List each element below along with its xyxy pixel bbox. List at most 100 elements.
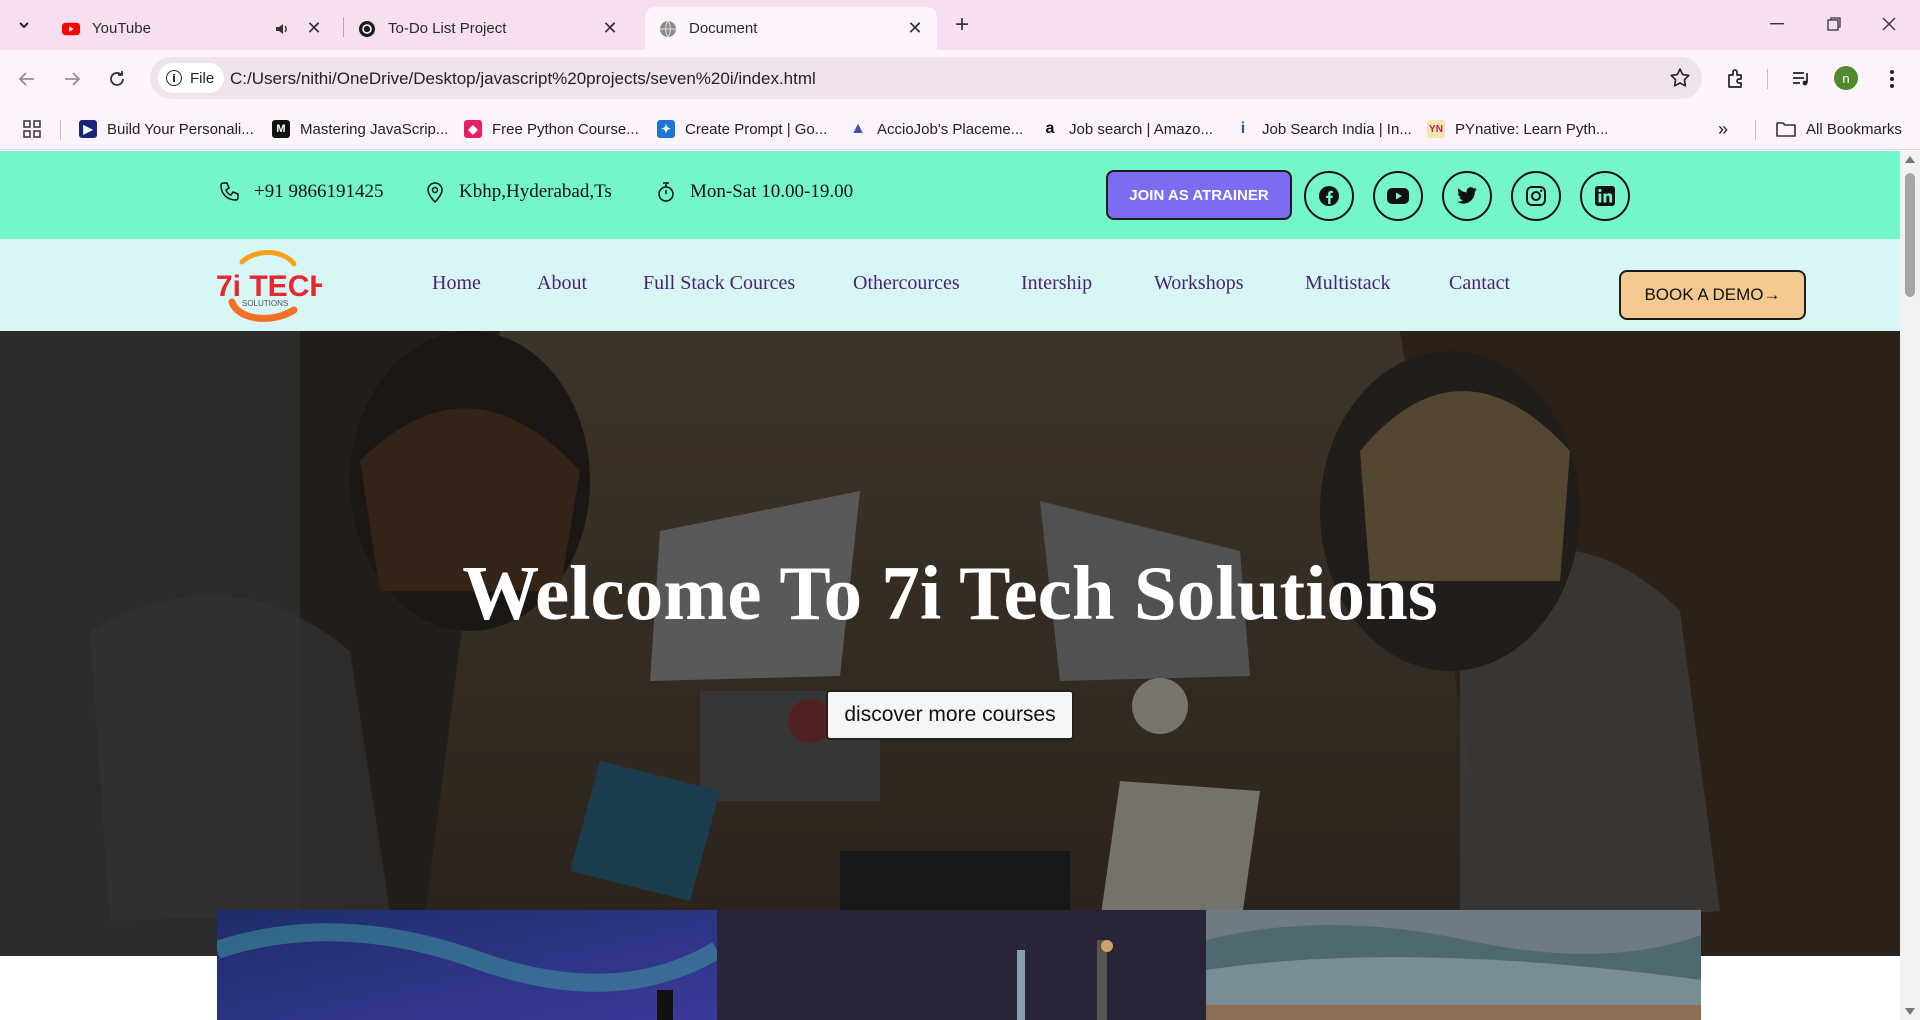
tab-title: To-Do List Project <box>388 20 507 37</box>
contact-topbar: +91 9866191425 Kbhp,Hyderabad,Ts Mon-Sat… <box>0 151 1900 239</box>
globe-favicon-icon <box>659 20 677 38</box>
puzzle-icon: ✦ <box>657 120 675 138</box>
page-viewport: +91 9866191425 Kbhp,Hyderabad,Ts Mon-Sat… <box>0 151 1900 1020</box>
close-tab-icon[interactable]: ✕ <box>304 18 324 39</box>
bookmark-label: Job search | Amazo... <box>1069 120 1213 138</box>
bookmark-divider <box>1755 120 1756 140</box>
new-tab-button[interactable]: + <box>948 11 976 39</box>
company-logo[interactable]: 7i TECH SOLUTIONS <box>212 244 331 326</box>
youtube-favicon-icon <box>62 20 80 38</box>
cube-icon: ◆ <box>464 120 482 138</box>
phone-number: +91 9866191425 <box>254 181 384 202</box>
all-bookmarks-label: All Bookmarks <box>1806 120 1902 138</box>
main-navbar: 7i TECH SOLUTIONS Home About Full Stack … <box>0 239 1900 331</box>
reload-icon[interactable] <box>101 63 133 95</box>
close-tab-icon[interactable]: ✕ <box>600 18 620 39</box>
bookmark-label: Create Prompt | Go... <box>685 120 828 138</box>
gallery-image <box>1206 910 1701 1020</box>
bookmark-label: Job Search India | In... <box>1262 120 1412 138</box>
bookmark-item[interactable]: ◆ Free Python Course... <box>464 108 639 150</box>
nav-full-stack-courses[interactable]: Full Stack Cources <box>643 272 795 295</box>
discover-courses-button[interactable]: discover more courses <box>826 690 1074 740</box>
media-control-icon[interactable] <box>1787 65 1815 93</box>
back-icon[interactable] <box>11 63 43 95</box>
hours-info: Mon-Sat 10.00-19.00 <box>656 181 853 203</box>
join-as-trainer-button[interactable]: JOIN AS ATRAINER <box>1106 170 1292 220</box>
logo-subtext: SOLUTIONS <box>242 299 288 308</box>
bookmark-label: Mastering JavaScrip... <box>300 120 449 138</box>
page-scrollbar[interactable] <box>1900 151 1920 1020</box>
profile-avatar[interactable]: n <box>1834 66 1858 90</box>
gallery-image <box>217 910 717 1020</box>
location-info: Kbhp,Hyderabad,Ts <box>425 181 612 203</box>
site-info-label: File <box>190 69 215 87</box>
nav-home[interactable]: Home <box>432 272 481 295</box>
bookmark-label: AccioJob's Placeme... <box>877 120 1024 138</box>
bookmark-label: Build Your Personali... <box>107 120 254 138</box>
tab-document[interactable]: Document ✕ <box>645 7 937 50</box>
tab-title: YouTube <box>92 20 151 37</box>
bookmark-item[interactable]: a Job search | Amazo... <box>1041 108 1213 150</box>
phone-info: +91 9866191425 <box>218 181 383 203</box>
restore-icon[interactable] <box>1811 8 1857 40</box>
scroll-down-icon[interactable] <box>1905 1008 1915 1015</box>
facebook-icon[interactable] <box>1304 171 1354 221</box>
nav-other-courses[interactable]: Othercources <box>853 272 960 295</box>
toolbar-divider <box>1767 69 1768 89</box>
hours-text: Mon-Sat 10.00-19.00 <box>690 181 854 202</box>
hero-title: Welcome To 7i Tech Solutions <box>462 550 1438 636</box>
medium-icon: M <box>272 120 290 138</box>
all-bookmarks[interactable]: All Bookmarks <box>1776 108 1902 150</box>
apps-grid-icon[interactable] <box>22 108 42 150</box>
nav-workshops[interactable]: Workshops <box>1154 272 1244 295</box>
bookmark-item[interactable]: i Job Search India | In... <box>1234 108 1412 150</box>
phone-icon <box>220 182 239 201</box>
tab-title: Document <box>689 20 758 37</box>
instagram-icon[interactable] <box>1511 171 1561 221</box>
close-tab-icon[interactable]: ✕ <box>905 18 925 39</box>
linkedin-icon[interactable] <box>1580 171 1630 221</box>
scroll-up-icon[interactable] <box>1905 156 1915 163</box>
bookmark-item[interactable]: YN PYnative: Learn Pyth... <box>1427 108 1608 150</box>
bookmarks-bar: ▶ Build Your Personali... M Mastering Ja… <box>0 108 1920 150</box>
address-bar[interactable]: i File C:/Users/nithi/OneDrive/Desktop/j… <box>150 57 1702 99</box>
twitter-icon[interactable] <box>1442 171 1492 221</box>
forward-icon[interactable] <box>56 63 88 95</box>
browser-toolbar: i File C:/Users/nithi/OneDrive/Desktop/j… <box>0 50 1920 108</box>
bookmark-item[interactable]: M Mastering JavaScrip... <box>272 108 448 150</box>
tab-search-icon[interactable] <box>10 11 38 39</box>
tab-todo[interactable]: To-Do List Project ✕ <box>344 7 632 50</box>
arrow-icon: ▲ <box>850 120 866 137</box>
more-menu-icon[interactable] <box>1878 65 1906 93</box>
bookmark-label: Free Python Course... <box>492 120 639 138</box>
openai-favicon-icon <box>358 20 376 38</box>
nav-contact[interactable]: Cantact <box>1449 272 1510 295</box>
info-icon: i <box>166 70 182 86</box>
close-window-icon[interactable] <box>1866 8 1912 40</box>
minimize-icon[interactable] <box>1754 8 1800 40</box>
bookmark-item[interactable]: ▲ AccioJob's Placeme... <box>849 108 1023 150</box>
youtube-icon[interactable] <box>1373 171 1423 221</box>
nav-about[interactable]: About <box>537 272 587 295</box>
stopwatch-icon <box>658 182 674 202</box>
tab-strip: YouTube ✕ To-Do List Project ✕ Document … <box>0 0 1920 50</box>
nav-multistack[interactable]: Multistack <box>1305 272 1391 295</box>
folder-icon <box>1776 120 1796 138</box>
book-demo-button[interactable]: BOOK A DEMO→ <box>1619 270 1806 320</box>
indeed-icon: i <box>1240 120 1246 137</box>
bookmark-item[interactable]: ▶ Build Your Personali... <box>79 108 254 150</box>
tab-youtube[interactable]: YouTube ✕ <box>48 7 336 50</box>
play-icon: ▶ <box>79 120 97 138</box>
more-bookmarks-icon[interactable]: » <box>1718 108 1728 150</box>
scroll-thumb[interactable] <box>1905 173 1915 297</box>
url-text[interactable]: C:/Users/nithi/OneDrive/Desktop/javascri… <box>230 69 816 89</box>
extensions-icon[interactable] <box>1722 65 1750 93</box>
site-info-chip[interactable]: i File <box>158 63 225 93</box>
amazon-icon: a <box>1045 120 1055 137</box>
speaker-icon[interactable] <box>274 21 290 37</box>
nav-internship[interactable]: Intership <box>1021 272 1092 295</box>
bookmark-item[interactable]: ✦ Create Prompt | Go... <box>657 108 827 150</box>
bookmark-star-icon[interactable] <box>1668 66 1692 90</box>
hero-background-image <box>0 331 1900 956</box>
pynative-icon: YN <box>1427 120 1445 138</box>
